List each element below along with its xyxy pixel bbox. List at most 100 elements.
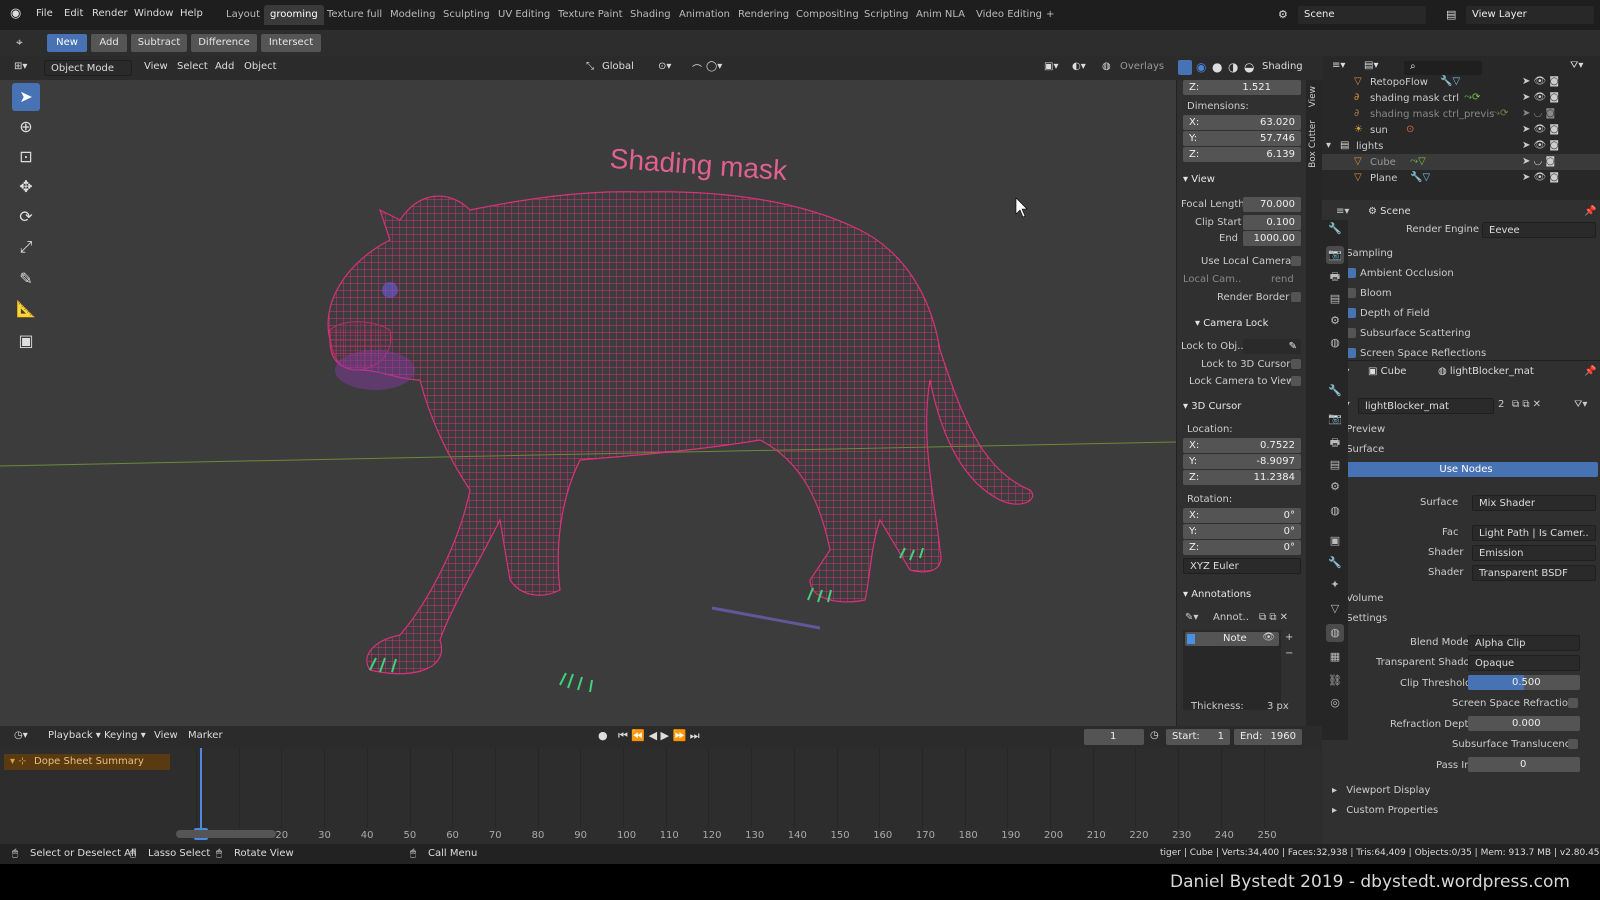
visibility-icons[interactable]: ➤ 👁 ◙ <box>1522 92 1559 103</box>
transform-tool-icon[interactable]: ⊡ <box>12 143 40 171</box>
tab-sculpting[interactable]: Sculpting <box>437 5 496 25</box>
object-mode-dropdown[interactable]: Object Mode <box>44 60 132 76</box>
start-frame-field[interactable]: Start: 1 <box>1166 729 1230 745</box>
gizmo-icon[interactable]: ◐▾ <box>1072 61 1086 72</box>
dimension-z-field[interactable]: Z: 6.139 <box>1183 147 1301 162</box>
collapse-arrow-icon[interactable]: ▾ <box>1326 140 1331 151</box>
dimension-x-field[interactable]: X: 63.020 <box>1183 115 1301 130</box>
annotation-pencil-icon[interactable]: ✎▾ <box>1185 612 1198 623</box>
menu-window[interactable]: Window <box>134 8 173 19</box>
visibility-icons[interactable]: ➤ 👁 ◙ <box>1522 124 1559 135</box>
difference-button[interactable]: Difference <box>191 34 257 52</box>
measure-tool-icon[interactable]: 📐 <box>12 295 40 323</box>
current-frame-field[interactable]: 1 <box>1084 729 1144 745</box>
dimension-y-field[interactable]: Y: 57.746 <box>1183 131 1301 146</box>
annotation-unlink-icon[interactable]: ⧉ ⧉ ✕ <box>1259 612 1288 623</box>
annotation-layer-note[interactable]: Note 👁 <box>1185 632 1279 646</box>
end-frame-field[interactable]: End: 1960 <box>1234 729 1302 745</box>
constraints-tab-icon[interactable]: ⛓ <box>1326 672 1344 690</box>
outliner-row-shading-mask-ctrl[interactable]: ∂ shading mask ctrl ⤳⟳ ➤ 👁 ◙ <box>1322 90 1600 106</box>
rotate-tool-icon[interactable]: ⟳ <box>12 203 40 231</box>
subsurface-translucency-checkbox[interactable] <box>1568 739 1578 749</box>
view-panel-header[interactable]: ▾ View <box>1183 174 1215 185</box>
cursor-location-z-field[interactable]: Z: 11.2384 <box>1183 470 1301 485</box>
menu-playback[interactable]: Playback ▾ <box>48 730 101 741</box>
material-shading-icon[interactable]: ◑ <box>1228 60 1238 74</box>
object-tab-icon[interactable]: ▣ <box>1326 532 1344 550</box>
ssr-refraction-checkbox[interactable] <box>1568 698 1578 708</box>
modifier-tab-icon[interactable]: 🔧 <box>1326 554 1344 572</box>
view-layer-tab-icon-2[interactable]: ▤ <box>1326 456 1344 474</box>
material-users-count[interactable]: 2 <box>1498 399 1504 410</box>
menu-edit[interactable]: Edit <box>64 8 83 19</box>
tool-tab-icon[interactable]: 🔧 <box>1326 220 1344 238</box>
tab-scripting[interactable]: Scripting <box>858 5 914 25</box>
outliner-search-input[interactable]: ⌕ <box>1404 61 1482 75</box>
tab-shading[interactable]: Shading <box>624 5 677 25</box>
select-box-tool-icon[interactable]: ➤ <box>12 83 40 111</box>
subtract-button[interactable]: Subtract <box>131 34 187 52</box>
3d-cursor-panel-header[interactable]: ▾ 3D Cursor <box>1183 401 1241 412</box>
use-preview-range-icon[interactable]: ◷ <box>1150 730 1159 741</box>
rendered-shading-icon[interactable]: ◒ <box>1244 60 1254 74</box>
render-border-checkbox[interactable] <box>1291 292 1301 302</box>
menu-add[interactable]: Add <box>215 61 234 72</box>
add-layer-icon[interactable]: + <box>1285 632 1293 643</box>
blender-logo-icon[interactable]: ◉ <box>10 6 21 21</box>
outliner-row-cube[interactable]: ▽ Cube ⤳▽ ➤ ◡ ◙ <box>1322 154 1600 170</box>
pivot-icon[interactable]: ⊙▾ <box>658 61 671 72</box>
tab-layout[interactable]: Layout <box>220 5 266 25</box>
scene-tab-icon-2[interactable]: ⚙ <box>1326 478 1344 496</box>
scene-selector[interactable]: Scene <box>1298 6 1426 24</box>
thickness-value[interactable]: 3 px <box>1267 701 1289 712</box>
3d-viewport[interactable]: Shading mask <box>0 80 1176 726</box>
view-layer-tab-icon[interactable]: ▤ <box>1326 290 1344 308</box>
overlays-icon[interactable]: ◍ <box>1102 61 1111 72</box>
annotation-datablock[interactable]: Annot.. <box>1213 612 1249 623</box>
use-nodes-button[interactable]: Use Nodes <box>1334 462 1598 477</box>
visibility-icons[interactable]: ➤ 👁 ◙ <box>1522 140 1559 151</box>
material-filter-icon[interactable]: ⛛▾ <box>1574 399 1587 410</box>
menu-marker[interactable]: Marker <box>188 730 223 741</box>
intersect-button[interactable]: Intersect <box>261 34 321 52</box>
shader1-selector[interactable]: Emission <box>1472 545 1596 561</box>
visibility-icons[interactable]: ➤ ◡ ◙ <box>1522 156 1555 167</box>
xray-toggle[interactable] <box>1178 60 1192 75</box>
outliner-row-plane[interactable]: ▽ Plane 🔧▽ ➤ 👁 ◙ <box>1322 170 1600 186</box>
blend-mode-dropdown[interactable]: Alpha Clip <box>1468 635 1580 651</box>
menu-file[interactable]: File <box>36 8 53 19</box>
clip-start-field[interactable]: 0.100 <box>1243 215 1301 230</box>
timeline-editor-icon[interactable]: ◷▾ <box>14 730 28 741</box>
tab-texture-full[interactable]: Texture full <box>321 5 388 25</box>
add-workspace-button[interactable]: + <box>1040 5 1060 25</box>
tiger-wireframe-mesh[interactable] <box>327 191 1034 693</box>
properties-type-icon[interactable]: ≡▾ <box>1336 206 1349 217</box>
solid-shading-icon[interactable]: ● <box>1212 60 1222 74</box>
tab-animation[interactable]: Animation <box>673 5 736 25</box>
focal-length-field[interactable]: 70.000 <box>1243 197 1301 212</box>
pass-index-field[interactable]: 0 <box>1468 757 1580 772</box>
tab-texture-paint[interactable]: Texture Paint <box>552 5 629 25</box>
tab-grooming[interactable]: grooming <box>264 5 324 25</box>
tab-modeling[interactable]: Modeling <box>384 5 442 25</box>
transparent-shadow-dropdown[interactable]: Opaque <box>1468 655 1580 671</box>
menu-help[interactable]: Help <box>180 8 203 19</box>
outliner-row-retopoflow[interactable]: ▽ RetopoFlow 🔧▽ ➤ 👁 ◙ <box>1322 74 1600 90</box>
snap-icon[interactable]: ⌒ <box>692 61 702 76</box>
orientation-dropdown[interactable]: Global <box>602 61 634 72</box>
annotations-panel-header[interactable]: ▾ Annotations <box>1183 589 1251 600</box>
refraction-depth-field[interactable]: 0.000 <box>1468 716 1580 731</box>
view-layer-icon[interactable]: ▤ <box>1446 8 1456 21</box>
world-tab-icon-2[interactable]: ◍ <box>1326 502 1344 520</box>
render-tab-icon[interactable]: 📷 <box>1326 246 1344 264</box>
menu-timeline-view[interactable]: View <box>154 730 178 741</box>
world-tab-icon[interactable]: ◍ <box>1326 334 1344 352</box>
particles-tab-icon[interactable]: ✦ <box>1326 576 1344 594</box>
render-engine-dropdown[interactable]: Eevee <box>1482 222 1596 238</box>
view-layer-selector[interactable]: View Layer <box>1466 6 1594 24</box>
visibility-icons[interactable]: ➤ ◡ ◙ <box>1522 108 1555 119</box>
surface-shader-selector[interactable]: Mix Shader <box>1472 495 1596 511</box>
data-tab-icon[interactable]: ▽ <box>1326 600 1344 618</box>
tool-tab-icon-2[interactable]: 🔧 <box>1326 382 1344 400</box>
annotate-tool-icon[interactable]: ✎ <box>12 265 40 293</box>
